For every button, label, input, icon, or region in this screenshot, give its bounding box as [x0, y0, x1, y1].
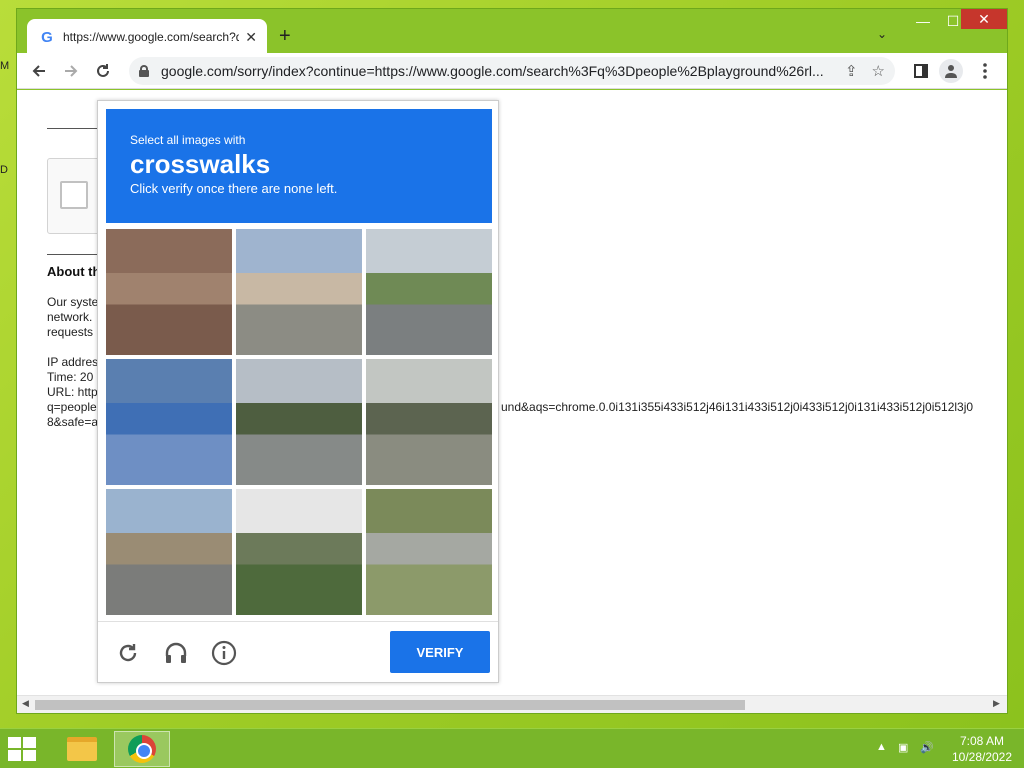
body-text-line: 8&safe=a	[47, 415, 99, 429]
captcha-tile-bus-parking-lot[interactable]	[366, 359, 492, 485]
captcha-tile-building-with-palms[interactable]	[236, 229, 362, 355]
clock-date: 10/28/2022	[951, 750, 1013, 764]
browser-tab[interactable]: G https://www.google.com/search?q ✕	[27, 19, 267, 55]
scrollbar-thumb[interactable]	[35, 700, 745, 710]
captcha-tile-highway-trees[interactable]	[236, 359, 362, 485]
recaptcha-checkbox[interactable]	[60, 181, 88, 209]
chrome-taskbar-button[interactable]	[114, 731, 170, 767]
reload-challenge-icon[interactable]	[114, 639, 142, 667]
forward-arrow-icon[interactable]	[59, 59, 83, 83]
bookmark-star-icon[interactable]: ☆	[872, 62, 885, 80]
body-text-line: Time: 20	[47, 370, 94, 384]
lock-icon[interactable]	[139, 65, 149, 77]
body-text-line: Our syste	[47, 295, 99, 309]
back-arrow-icon[interactable]	[27, 59, 51, 83]
tab-search-button[interactable]: ⌄	[877, 27, 887, 41]
taskbar: ▲ ▣ 🔊 7:08 AM 10/28/2022	[0, 728, 1024, 768]
url-text[interactable]: google.com/sorry/index?continue=https://…	[161, 63, 831, 79]
captcha-tile-guardrail-grass[interactable]	[366, 489, 492, 615]
tray-overflow-icon[interactable]: ▲	[876, 741, 887, 753]
share-icon[interactable]: ⇪	[845, 62, 858, 80]
captcha-tile-brownstone-buildings[interactable]	[106, 229, 232, 355]
scroll-right-icon[interactable]: ▶	[993, 698, 1000, 709]
captcha-tile-empty-road[interactable]	[366, 229, 492, 355]
side-panel-icon[interactable]	[909, 59, 933, 83]
info-icon[interactable]	[210, 639, 238, 667]
body-text-line: network.	[47, 310, 93, 324]
file-explorer-taskbar-button[interactable]	[54, 731, 110, 767]
minimize-button[interactable]: —	[907, 13, 939, 29]
body-text-line: q=people	[47, 400, 97, 414]
recaptcha-challenge: Select all images with crosswalks Click …	[97, 100, 499, 683]
body-text-line: IP addres	[47, 355, 99, 369]
new-tab-button[interactable]: +	[279, 25, 291, 48]
tab-title: https://www.google.com/search?q	[63, 30, 240, 44]
address-bar[interactable]: google.com/sorry/index?continue=https://…	[129, 57, 895, 85]
clock-time: 7:08 AM	[959, 734, 1005, 748]
scroll-left-icon[interactable]: ◀	[22, 698, 29, 709]
browser-toolbar: google.com/sorry/index?continue=https://…	[17, 53, 1007, 89]
footer-divider	[98, 621, 498, 622]
instruction-text: Select all images with	[130, 133, 246, 147]
tab-close-icon[interactable]: ✕	[245, 29, 257, 46]
desktop-icon-label[interactable]: D	[0, 164, 8, 176]
challenge-header: Select all images with crosswalks Click …	[106, 109, 492, 223]
captcha-tile-wide-street-traffic[interactable]	[106, 489, 232, 615]
captcha-tile-intersection-crosswalk[interactable]	[106, 359, 232, 485]
profile-icon[interactable]	[939, 59, 963, 83]
captcha-tile-white-van-bushes[interactable]	[236, 489, 362, 615]
about-heading: About th	[47, 264, 101, 279]
google-favicon-icon: G	[41, 28, 53, 46]
volume-icon[interactable]: 🔊	[920, 741, 934, 754]
body-text-line: requests	[47, 325, 94, 339]
tab-bar: G https://www.google.com/search?q ✕ + ⌄ …	[17, 9, 1007, 55]
body-text-line: und&aqs=chrome.0.0i131i355i433i512j46i13…	[501, 400, 974, 414]
body-text-line: URL: http	[47, 385, 98, 399]
desktop-icon-label[interactable]: M	[0, 60, 9, 72]
chrome-icon	[128, 735, 156, 763]
system-clock[interactable]: 7:08 AM 10/28/2022	[944, 733, 1020, 765]
close-window-button[interactable]: ✕	[961, 9, 1007, 29]
windows-start-icon[interactable]	[8, 737, 38, 761]
verify-button[interactable]: VERIFY	[390, 631, 490, 673]
menu-icon[interactable]	[973, 59, 997, 83]
audio-challenge-icon[interactable]	[162, 639, 190, 667]
folder-icon	[67, 737, 97, 761]
challenge-target: crosswalks	[130, 149, 271, 179]
instruction-subtext: Click verify once there are none left.	[130, 181, 338, 196]
network-icon[interactable]: ▣	[898, 741, 908, 754]
horizontal-scrollbar[interactable]: ◀ ▶	[17, 695, 1007, 713]
reload-icon[interactable]	[91, 59, 115, 83]
image-grid	[106, 229, 492, 615]
